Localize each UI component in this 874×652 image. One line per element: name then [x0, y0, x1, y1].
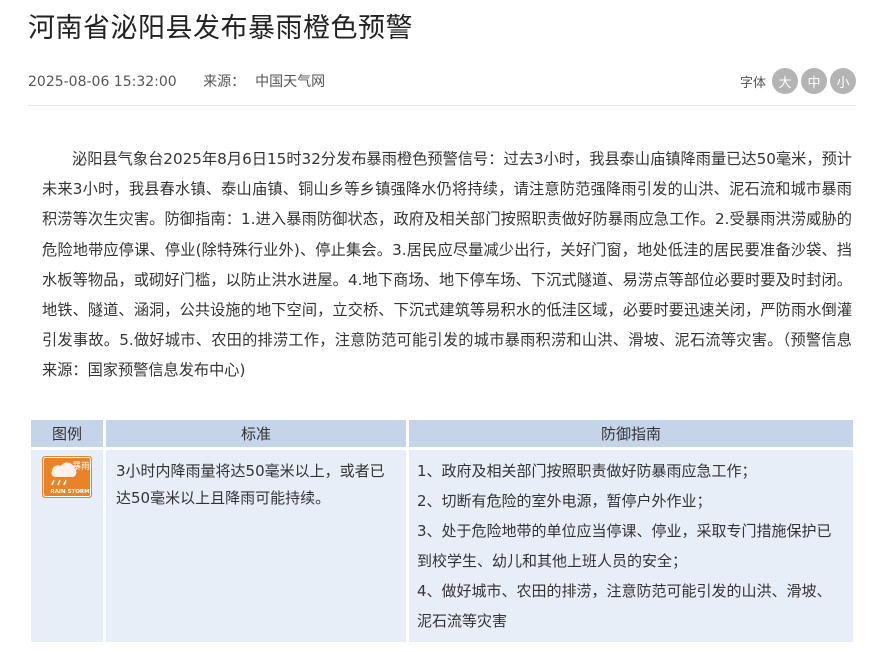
guideline-item: 3、处于危险地带的单位应当停课、停业，采取专门措施保护已到校学生、幼儿和其他上班… — [417, 522, 832, 570]
guideline-item: 2、切断有危险的室外电源，暂停户外作业； — [417, 492, 712, 510]
guideline-item: 4、做好城市、农田的排涝，注意防范可能引发的山洪、滑坡、泥石流等灾害 — [417, 582, 832, 630]
article-meta: 2025-08-06 15:32:00 来源： 中国天气网 — [28, 71, 325, 91]
article-body: 泌阳县气象台2025年8月6日15时32分发布暴雨橙色预警信号：过去3小时，我县… — [42, 150, 852, 380]
source-name: 中国天气网 — [255, 74, 326, 90]
guidelines-cell: 1、政府及相关部门按照职责做好防暴雨应急工作； 2、切断有危险的室外电源，暂停户… — [409, 450, 853, 642]
article-page: 河南省泌阳县发布暴雨橙色预警 2025-08-06 15:32:00 来源： 中国… — [0, 0, 874, 652]
rainstorm-orange-warning-icon: 暴雨 RAIN STORM — [42, 456, 92, 498]
header-guidelines: 防御指南 — [409, 420, 853, 447]
font-size-small-button[interactable]: 小 — [830, 68, 856, 94]
table-header-row: 图例 标准 防御指南 — [31, 420, 853, 447]
header-divider — [28, 105, 856, 106]
warning-guide-table: 图例 标准 防御指南 暴雨 RAIN STORM 3小时内降雨量将达50毫米以上… — [28, 417, 856, 645]
source-label: 来源： — [203, 74, 246, 90]
article-title: 河南省泌阳县发布暴雨橙色预警 — [28, 13, 413, 44]
table-row: 暴雨 RAIN STORM 3小时内降雨量将达50毫米以上，或者已达50毫米以上… — [31, 450, 853, 642]
font-size-large-button[interactable]: 大 — [772, 68, 798, 94]
legend-cell: 暴雨 RAIN STORM — [31, 450, 103, 642]
header-legend: 图例 — [31, 420, 103, 447]
article-source: 来源： 中国天气网 — [203, 74, 325, 90]
font-size-medium-button[interactable]: 中 — [801, 68, 827, 94]
header-standard: 标准 — [106, 420, 406, 447]
standard-cell: 3小时内降雨量将达50毫米以上，或者已达50毫米以上且降雨可能持续。 — [106, 450, 406, 642]
font-size-switcher: 字体 大 中 小 — [740, 68, 856, 94]
icon-en-text: RAIN STORM — [50, 489, 89, 495]
font-size-label: 字体 — [739, 75, 766, 91]
icon-cn-text: 暴雨 — [72, 461, 90, 472]
publish-datetime: 2025-08-06 15:32:00 — [28, 74, 177, 90]
guideline-item: 1、政府及相关部门按照职责做好防暴雨应急工作； — [417, 462, 757, 480]
